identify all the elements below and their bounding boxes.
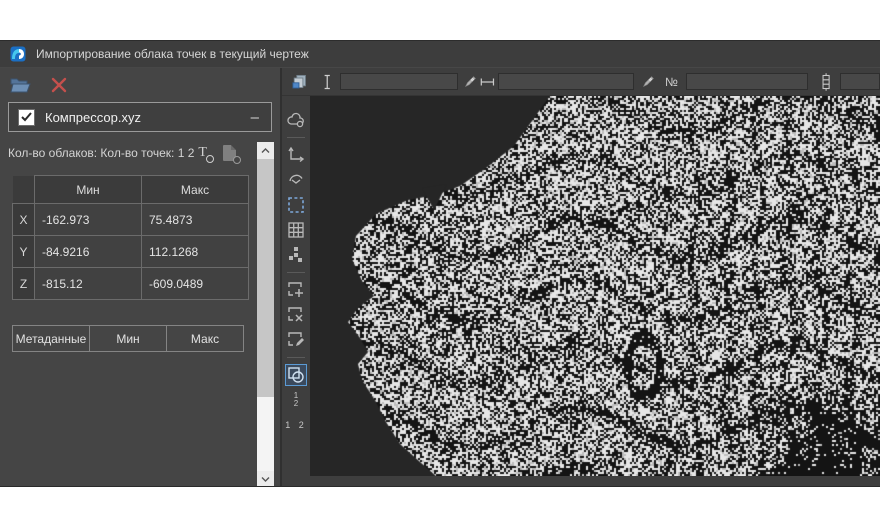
table-row-y: Y -84.9216 112.1268 — [13, 236, 249, 268]
check-icon — [21, 112, 32, 122]
pencil-icon[interactable] — [464, 74, 477, 89]
preview-panel: № — [282, 68, 880, 487]
text-marker-icon[interactable]: T — [198, 145, 207, 161]
thin-out-icon — [287, 246, 305, 264]
panel-scrollbar[interactable] — [257, 142, 274, 487]
area-remove-icon — [287, 306, 305, 324]
axes-icon — [287, 146, 305, 164]
cloud-list-panel: Компрессор.xyz – Кол-во облаков: Кол-во … — [0, 68, 282, 487]
numbers-1-2-icon: 1 2 — [285, 421, 307, 429]
point-cloud-canvas[interactable] — [310, 96, 880, 476]
column-input[interactable] — [840, 73, 880, 90]
grid-tool[interactable] — [285, 219, 307, 241]
y-min-value: -84.9216 — [35, 236, 142, 268]
screenshot-stage: Импортирование облака точек в текущий че… — [0, 0, 880, 528]
area-remove-tool[interactable] — [285, 304, 307, 326]
number-input[interactable] — [686, 73, 808, 90]
axes-tool[interactable] — [285, 144, 307, 166]
rotate-icon — [287, 171, 305, 189]
import-dialog-window: Импортирование облака точек в текущий че… — [0, 40, 880, 487]
y-max-value: 112.1268 — [142, 236, 249, 268]
collapse-button[interactable]: – — [251, 109, 259, 126]
red-x-icon — [51, 77, 67, 93]
text-input-1[interactable] — [340, 73, 458, 90]
grid-icon — [287, 221, 305, 239]
cloud-file-name: Компрессор.xyz — [45, 110, 251, 125]
length-input[interactable] — [498, 73, 634, 90]
bounds-header-row: Мин Макс — [13, 176, 249, 204]
clip-contour-icon — [287, 366, 305, 384]
numbers-tool[interactable]: 1 2 — [285, 414, 307, 436]
clip-contour-tool[interactable] — [285, 364, 307, 386]
toolbar-separator — [287, 137, 305, 138]
scrollbar-thumb[interactable] — [257, 159, 274, 397]
bounds-min-header: Мин — [35, 176, 142, 204]
cloud-settings-tool[interactable] — [285, 109, 307, 131]
marquee-rect-icon — [287, 196, 305, 214]
rotate-tool[interactable] — [285, 169, 307, 191]
metadata-max-tab[interactable]: Макс — [166, 325, 244, 352]
z-max-value: -609.0489 — [142, 268, 249, 300]
area-add-icon — [287, 281, 305, 299]
chevron-down-icon — [261, 477, 270, 482]
cloud-tools-toolbar: 1 2 1 2 — [282, 96, 310, 487]
metadata-header-row: Метаданные Мин Макс — [12, 325, 280, 352]
length-icon[interactable] — [480, 76, 495, 88]
area-add-tool[interactable] — [285, 279, 307, 301]
area-edit-icon — [287, 331, 305, 349]
marquee-select-tool[interactable] — [285, 194, 307, 216]
column-grid-icon[interactable] — [820, 72, 832, 92]
z-min-value: -815.12 — [35, 268, 142, 300]
metadata-tab[interactable]: Метаданные — [12, 325, 90, 352]
toolbar-separator — [287, 272, 305, 273]
axis-label-z: Z — [13, 268, 35, 300]
thin-out-tool[interactable] — [285, 244, 307, 266]
cloud-stats-row: Кол-во облаков: Кол-во точек: 1 2 T — [8, 145, 272, 161]
bounds-table: Мин Макс X -162.973 75.4873 Y -84.9216 1… — [12, 175, 249, 300]
chevron-up-icon — [261, 148, 270, 153]
x-min-value: -162.973 — [35, 204, 142, 236]
cloud-file-row[interactable]: Компрессор.xyz – — [8, 102, 272, 132]
toolbar-separator — [287, 357, 305, 358]
delete-cloud-button[interactable] — [48, 75, 70, 95]
app-icon — [10, 46, 26, 62]
cloud-settings-icon — [286, 112, 306, 128]
preview-content: 1 2 1 2 — [282, 96, 880, 487]
axis-label-y: Y — [13, 236, 35, 268]
table-row-x: X -162.973 75.4873 — [13, 204, 249, 236]
cloud-list-toolbar — [0, 68, 280, 102]
bounds-corner-cell — [13, 176, 35, 204]
titlebar: Импортирование облака точек в текущий че… — [0, 41, 880, 68]
cloud-stats-label: Кол-во облаков: Кол-во точек: 1 2 — [8, 146, 194, 160]
viewport[interactable] — [310, 96, 880, 487]
paste-icon[interactable] — [292, 73, 308, 90]
scroll-up-button[interactable] — [257, 142, 274, 159]
x-max-value: 75.4873 — [142, 204, 249, 236]
fraction-tool[interactable]: 1 2 — [285, 389, 307, 411]
metadata-min-tab[interactable]: Мин — [89, 325, 167, 352]
scroll-down-button[interactable] — [257, 471, 274, 487]
area-edit-tool[interactable] — [285, 329, 307, 351]
annotation-toolbar: № — [282, 68, 880, 96]
open-file-button[interactable] — [10, 75, 32, 95]
dialog-main: Компрессор.xyz – Кол-во облаков: Кол-во … — [0, 68, 880, 487]
axis-label-x: X — [13, 204, 35, 236]
text-cursor-icon[interactable] — [322, 73, 332, 91]
doc-settings-icon[interactable] — [223, 145, 236, 161]
numero-label: № — [665, 75, 678, 89]
bounds-max-header: Макс — [142, 176, 249, 204]
open-folder-icon — [10, 76, 32, 94]
window-title: Импортирование облака точек в текущий че… — [36, 47, 309, 61]
cloud-visibility-checkbox[interactable] — [18, 109, 35, 126]
pencil-icon-2[interactable] — [642, 74, 655, 89]
fraction-1-2-icon: 1 2 — [294, 392, 298, 408]
table-row-z: Z -815.12 -609.0489 — [13, 268, 249, 300]
